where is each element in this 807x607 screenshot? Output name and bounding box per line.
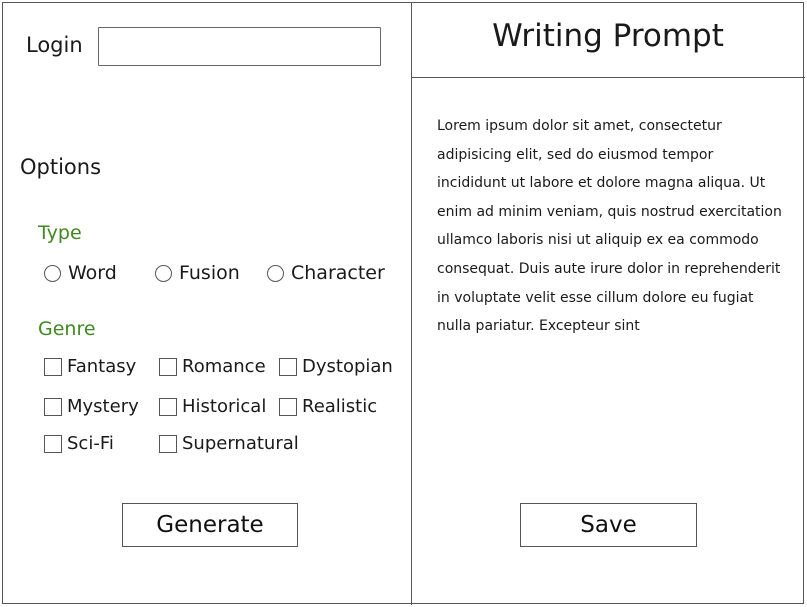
genre-checkbox-realistic[interactable]: Realistic [279, 396, 377, 417]
checkbox-icon[interactable] [159, 434, 177, 453]
genre-checkbox-sci-fi[interactable]: Sci-Fi [44, 433, 114, 454]
genre-checkbox-label: Sci-Fi [67, 433, 114, 454]
radio-circle-icon[interactable] [267, 264, 284, 282]
genre-checkbox-label: Realistic [302, 396, 378, 417]
checkbox-icon[interactable] [44, 434, 62, 453]
genre-checkbox-dystopian[interactable]: Dystopian [279, 356, 393, 377]
genre-checkbox-historical[interactable]: Historical [159, 396, 266, 417]
genre-checkbox-mystery[interactable]: Mystery [44, 396, 139, 417]
type-radio-character[interactable]: Character [267, 262, 385, 284]
type-radio-label: Character [291, 262, 385, 284]
type-label: Type [38, 222, 82, 244]
type-radio-fusion[interactable]: Fusion [155, 262, 240, 284]
type-radio-label: Word [68, 262, 117, 284]
genre-checkbox-label: Romance [182, 356, 266, 377]
checkbox-icon[interactable] [159, 357, 177, 376]
login-label: Login [26, 33, 83, 57]
checkbox-icon[interactable] [44, 357, 62, 376]
checkbox-icon[interactable] [44, 397, 62, 416]
login-input[interactable] [98, 27, 381, 66]
checkbox-icon[interactable] [159, 397, 177, 416]
type-radio-word[interactable]: Word [44, 262, 117, 284]
panel-divider [411, 2, 412, 605]
genre-checkbox-supernatural[interactable]: Supernatural [159, 433, 299, 454]
genre-checkbox-label: Historical [182, 396, 267, 417]
genre-label: Genre [38, 318, 96, 340]
type-radio-label: Fusion [179, 262, 240, 284]
genre-checkbox-label: Fantasy [67, 356, 137, 377]
genre-checkbox-fantasy[interactable]: Fantasy [44, 356, 136, 377]
genre-checkbox-label: Supernatural [182, 433, 299, 454]
radio-circle-icon[interactable] [155, 264, 172, 282]
genre-checkbox-romance[interactable]: Romance [159, 356, 266, 377]
checkbox-icon[interactable] [279, 397, 297, 416]
options-heading: Options [20, 155, 102, 179]
title-divider [411, 77, 805, 78]
radio-circle-icon[interactable] [44, 264, 61, 282]
prompt-title: Writing Prompt [492, 18, 724, 54]
genre-checkbox-label: Dystopian [302, 356, 393, 377]
prompt-text: Lorem ipsum dolor sit amet, consectetur … [437, 118, 782, 335]
save-button[interactable]: Save [520, 503, 697, 547]
generate-button[interactable]: Generate [122, 503, 298, 547]
genre-checkbox-label: Mystery [67, 396, 139, 417]
checkbox-icon[interactable] [279, 357, 297, 376]
